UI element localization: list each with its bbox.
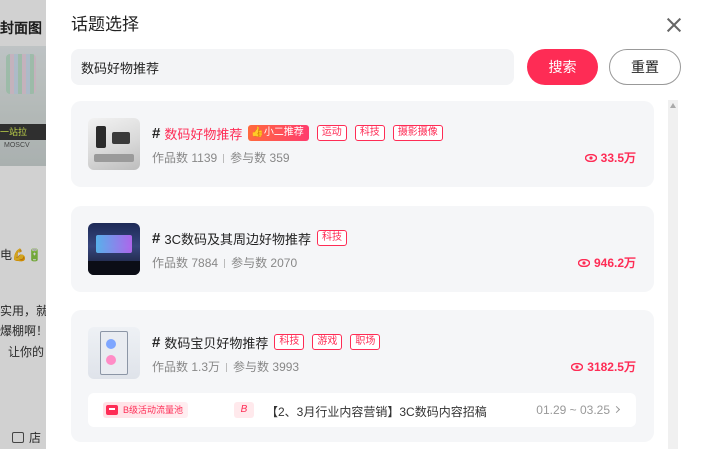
topic-tag: 科技 [354, 125, 385, 141]
topic-select-modal: 话题选择 搜索 重置 # 数码好物推荐 👍小二推荐 运动 科技 摄影摄像 作品数… [46, 0, 702, 449]
topic-name: 3C数码及其周边好物推荐 [164, 231, 311, 247]
topic-tag: 游戏 [312, 334, 343, 350]
thumbs-up-icon: 👍 [251, 127, 264, 138]
participants-count: 3993 [272, 360, 300, 374]
topic-stats: 作品数 1.3万 参与数 3993 [152, 360, 300, 374]
topic-stats: 作品数 1139 参与数 359 [152, 151, 290, 165]
participants-count: 2070 [270, 256, 298, 270]
topic-tag: 摄影摄像 [392, 125, 443, 141]
topic-title-row: # 数码宝贝好物推荐 科技 游戏 职场 [152, 332, 388, 352]
topic-card[interactable]: # 数码宝贝好物推荐 科技 游戏 职场 作品数 1.3万 参与数 3993 318… [71, 310, 654, 442]
search-button[interactable]: 搜索 [527, 49, 598, 85]
topic-name: 数码好物推荐 [164, 126, 243, 142]
topic-thumbnail [88, 223, 140, 275]
level-badge: B [234, 402, 254, 418]
recommend-badge: 👍小二推荐 [248, 125, 309, 141]
topic-title-row: # 3C数码及其周边好物推荐 科技 [152, 228, 355, 248]
topic-tag: 科技 [274, 334, 305, 350]
promo-date-range: 01.29 ~ 03.25 [536, 403, 610, 417]
participants-count: 359 [269, 151, 290, 165]
works-count: 1139 [191, 151, 218, 165]
promo-activity-row[interactable]: B级活动流量池 B 【2、3月行业内容营销】3C数码内容招稿 01.29 ~ 0… [88, 393, 636, 427]
hash-icon: # [152, 333, 161, 351]
topic-tag: 科技 [316, 230, 347, 246]
topic-title-row: # 数码好物推荐 👍小二推荐 运动 科技 摄影摄像 [152, 123, 451, 143]
topic-thumbnail [88, 327, 140, 379]
eye-icon [584, 153, 597, 162]
hash-icon: # [152, 229, 161, 247]
topic-thumbnail [88, 118, 140, 170]
topic-stats: 作品数 7884 参与数 2070 [152, 256, 298, 270]
hash-icon: # [152, 124, 161, 142]
scrollbar[interactable] [668, 100, 678, 449]
works-count: 7884 [191, 256, 219, 270]
traffic-pool-badge: B级活动流量池 [103, 402, 189, 418]
scroll-up-arrow-icon[interactable] [670, 103, 676, 108]
reset-button[interactable]: 重置 [609, 49, 681, 85]
topic-views: 3182.5万 [571, 358, 636, 375]
topic-tag: 运动 [316, 125, 347, 141]
close-icon[interactable] [664, 15, 684, 35]
topic-search-input[interactable] [71, 49, 514, 85]
eye-icon [577, 258, 590, 267]
works-count: 1.3万 [191, 360, 221, 374]
topic-name: 数码宝贝好物推荐 [164, 335, 269, 351]
eye-icon [571, 362, 584, 371]
chevron-right-icon [612, 405, 621, 414]
topic-views: 33.5万 [584, 149, 636, 166]
topic-tag: 职场 [350, 334, 381, 350]
badge-icon [106, 405, 118, 415]
promo-title: 【2、3月行业内容营销】3C数码内容招稿 [266, 405, 487, 419]
topic-views: 946.2万 [577, 254, 636, 271]
topic-card[interactable]: # 数码好物推荐 👍小二推荐 运动 科技 摄影摄像 作品数 1139 参与数 35… [71, 101, 654, 187]
modal-title: 话题选择 [71, 15, 139, 34]
topic-card[interactable]: # 3C数码及其周边好物推荐 科技 作品数 7884 参与数 2070 946.2… [71, 206, 654, 292]
